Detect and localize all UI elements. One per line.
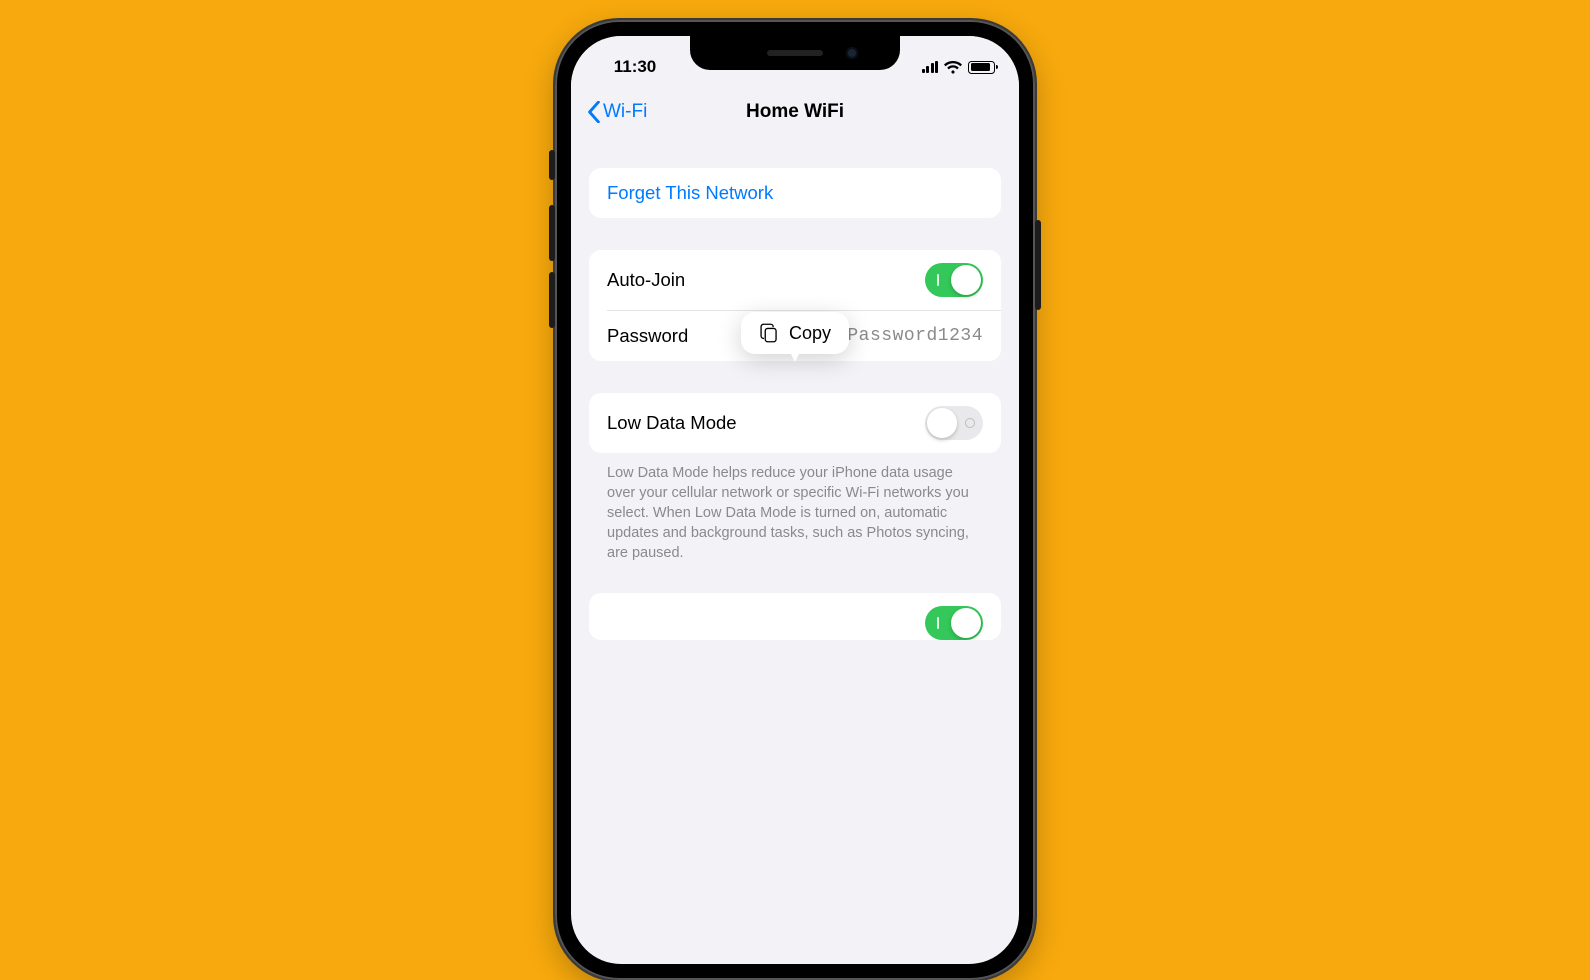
volume-down — [549, 272, 555, 328]
password-value: Password1234 — [847, 326, 983, 346]
private-address-row — [589, 593, 1001, 640]
copy-label: Copy — [789, 323, 831, 344]
private-address-label — [607, 612, 612, 634]
password-label: Password — [607, 325, 688, 347]
power-button — [1035, 220, 1041, 310]
low-data-note: Low Data Mode helps reduce your iPhone d… — [589, 453, 1001, 563]
mute-switch — [549, 150, 555, 180]
screen: 11:30 Wi-Fi Home WiFi Forget This Networ… — [571, 36, 1019, 964]
phone-frame: 11:30 Wi-Fi Home WiFi Forget This Networ… — [555, 20, 1035, 980]
notch — [690, 36, 900, 70]
status-time: 11:30 — [595, 57, 675, 77]
low-data-row: Low Data Mode — [589, 393, 1001, 453]
battery-icon — [968, 61, 995, 74]
forget-group: Forget This Network — [589, 168, 1001, 218]
cellular-icon — [922, 61, 939, 73]
auto-join-label: Auto-Join — [607, 269, 685, 291]
low-data-group: Low Data Mode — [589, 393, 1001, 453]
back-button[interactable]: Wi-Fi — [581, 97, 653, 127]
low-data-toggle[interactable] — [925, 406, 983, 440]
auto-join-row: Auto-Join — [589, 250, 1001, 310]
chevron-left-icon — [587, 101, 601, 123]
volume-up — [549, 205, 555, 261]
private-address-group — [589, 593, 1001, 640]
auto-join-toggle[interactable] — [925, 263, 983, 297]
low-data-label: Low Data Mode — [607, 412, 737, 434]
private-address-toggle[interactable] — [925, 606, 983, 640]
wifi-icon — [944, 61, 962, 74]
speaker-grille — [767, 50, 823, 56]
forget-network-button[interactable]: Forget This Network — [589, 168, 1001, 218]
copy-icon — [759, 322, 779, 344]
copy-popover[interactable]: Copy — [741, 312, 849, 354]
front-camera — [846, 47, 858, 59]
back-label: Wi-Fi — [603, 101, 647, 123]
